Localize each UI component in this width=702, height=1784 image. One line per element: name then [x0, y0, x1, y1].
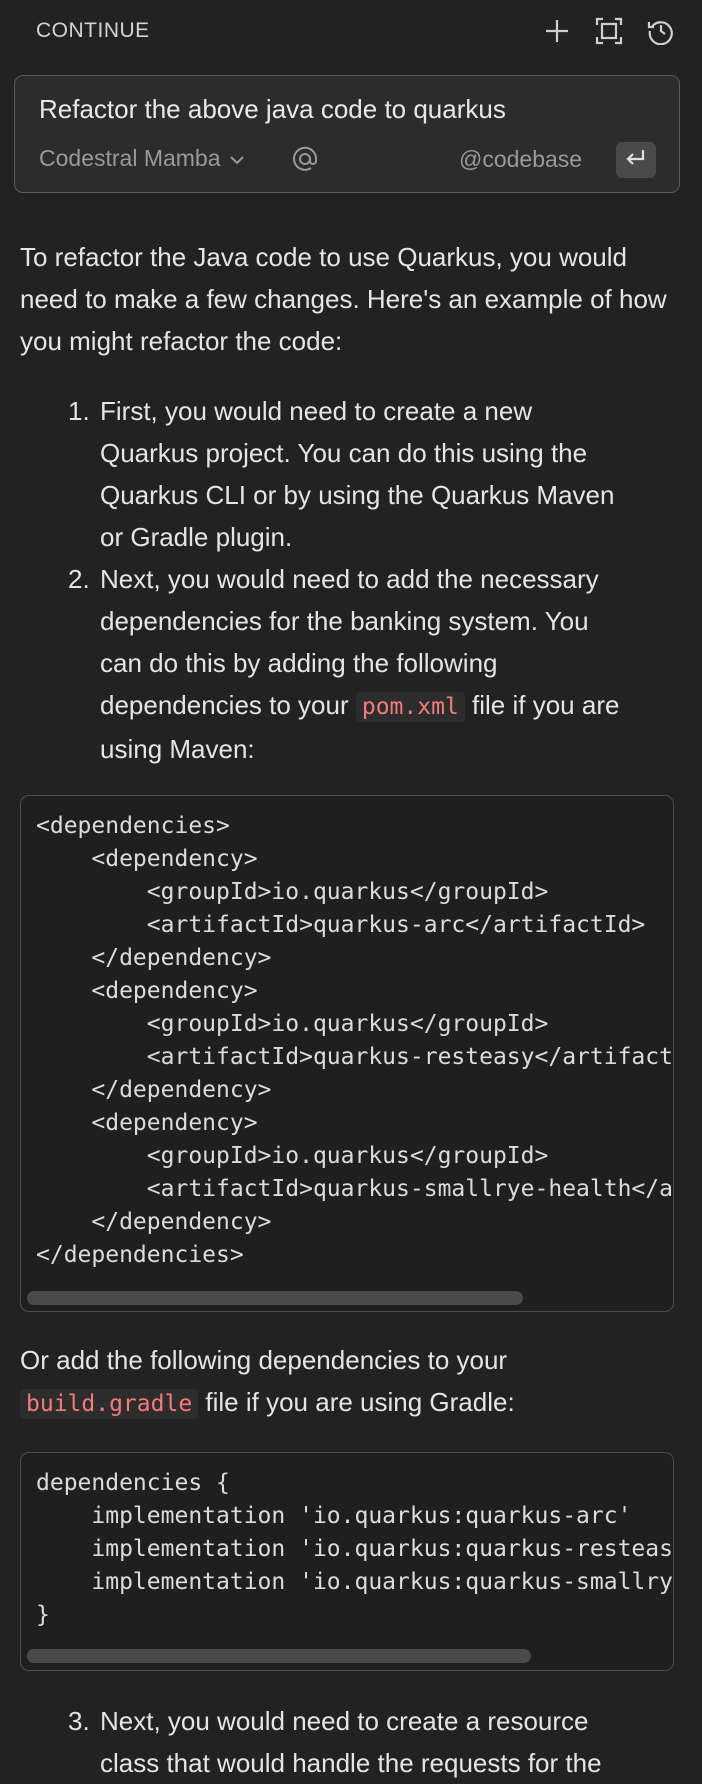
list-number: 1.	[68, 396, 90, 426]
submit-button[interactable]	[616, 142, 656, 178]
list-number: 3.	[68, 1706, 90, 1736]
panel-header: CONTINUE	[0, 0, 702, 62]
list-number: 2.	[68, 564, 90, 594]
response-paragraph: Or add the following dependencies to you…	[20, 1339, 670, 1425]
code-content: dependencies { implementation 'io.quarku…	[36, 1470, 674, 1628]
chevron-down-icon	[229, 145, 245, 172]
enter-icon	[625, 148, 647, 173]
inline-code: pom.xml	[355, 692, 465, 722]
response-intro: To refactor the Java code to use Quarkus…	[20, 242, 667, 356]
model-dropdown[interactable]: Codestral Mamba	[39, 145, 245, 172]
steps-list: 3. Next, you would need to create a reso…	[20, 1700, 680, 1784]
code-content: <dependencies> <dependency> <groupId>io.…	[36, 813, 674, 1268]
new-session-plus-icon[interactable]	[542, 16, 572, 46]
codebase-context-button[interactable]: @codebase	[459, 146, 582, 173]
code-block-maven[interactable]: <dependencies> <dependency> <groupId>io.…	[20, 795, 674, 1312]
list-item: 1. First, you would need to create a new…	[20, 390, 620, 558]
paragraph-text: Or add the following dependencies to you…	[20, 1345, 508, 1375]
paragraph-text: file if you are using Gradle:	[205, 1387, 515, 1417]
at-mention-icon[interactable]	[290, 144, 320, 179]
step-text: Next, you would need to create a resourc…	[100, 1706, 602, 1778]
horizontal-scrollbar[interactable]	[27, 1649, 531, 1663]
list-item: 3. Next, you would need to create a reso…	[20, 1700, 620, 1784]
horizontal-scrollbar[interactable]	[27, 1291, 523, 1305]
list-item: 2. Next, you would need to add the neces…	[20, 558, 620, 770]
code-block-gradle[interactable]: dependencies { implementation 'io.quarku…	[20, 1452, 674, 1671]
panel-title: CONTINUE	[36, 19, 150, 42]
steps-list: 1. First, you would need to create a new…	[20, 390, 680, 770]
model-name: Codestral Mamba	[39, 145, 221, 171]
step-text: First, you would need to create a new Qu…	[100, 396, 615, 552]
prompt-text[interactable]: Refactor the above java code to quarkus	[39, 94, 506, 125]
inline-code: build.gradle	[20, 1389, 199, 1419]
header-toolbar	[542, 16, 676, 46]
history-icon[interactable]	[646, 16, 676, 46]
fullscreen-icon[interactable]	[594, 16, 624, 46]
prompt-input-box[interactable]: Refactor the above java code to quarkus …	[14, 75, 680, 193]
